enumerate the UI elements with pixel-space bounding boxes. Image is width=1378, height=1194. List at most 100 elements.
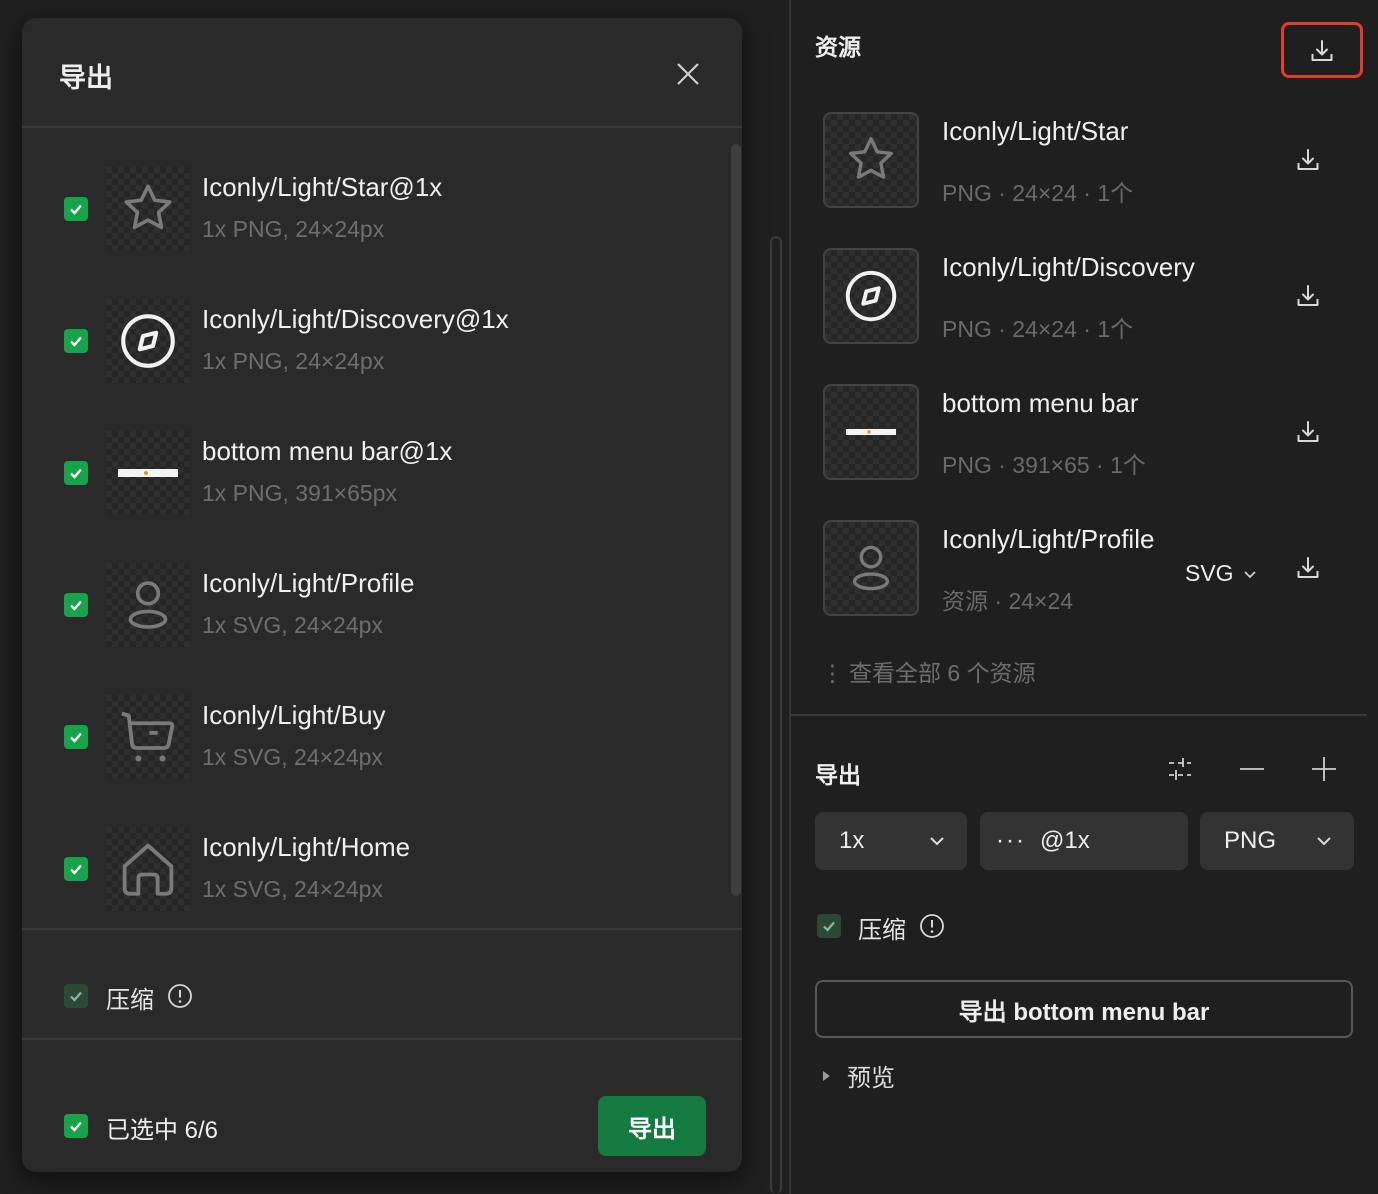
item-checkbox[interactable] [64,593,88,617]
export-button[interactable]: 导出 [598,1096,706,1156]
asset-row[interactable]: Iconly/Light/Discovery PNG · 24×24 · 1个 [791,248,1378,384]
item-thumbnail [106,167,190,251]
asset-name: Iconly/Light/Profile [942,524,1155,554]
plus-icon[interactable] [1309,754,1339,784]
item-name: bottom menu bar@1x [202,436,453,466]
assets-panel: 资源 Iconly/Light/Star PNG · 24×24 · 1个 Ic… [791,0,1378,1194]
item-thumbnail [106,431,190,515]
asset-row[interactable]: Iconly/Light/Star PNG · 24×24 · 1个 [791,112,1378,248]
item-thumbnail [106,695,190,779]
chevron-down-icon [1317,837,1331,846]
format-select-value: SVG [1185,560,1234,586]
item-checkbox[interactable] [64,725,88,749]
download-icon[interactable] [1294,282,1322,310]
caret-right-icon [823,1070,830,1081]
asset-thumbnail [823,112,919,208]
item-checkbox[interactable] [64,461,88,485]
panel-title: 资源 [815,34,861,60]
item-name: Iconly/Light/Buy [202,700,386,730]
compress-checkbox[interactable] [817,914,841,938]
compress-checkbox[interactable] [64,984,88,1008]
cart-icon [121,711,175,762]
preview-toggle[interactable]: 预览 [823,1058,895,1093]
format-select[interactable]: SVG [1185,560,1258,587]
compress-label: 压缩 [106,987,154,1014]
chevron-down-icon [930,837,944,846]
item-meta: 1x SVG, 24×24px [202,744,383,770]
asset-name: bottom menu bar [942,388,1139,418]
dialog-footer: 已选中 6/6 导出 [22,1038,742,1172]
star-icon [124,184,172,230]
dialog-scrollbar[interactable] [731,144,741,896]
close-icon[interactable] [672,58,704,90]
list-item: Iconly/Light/Discovery@1x 1x PNG, 24×24p… [22,262,722,394]
info-icon[interactable] [167,983,193,1009]
item-name: Iconly/Light/Star@1x [202,172,443,202]
format-select[interactable]: PNG [1200,812,1354,870]
item-thumbnail [106,299,190,383]
settings-sliders-icon[interactable] [1165,754,1195,784]
item-thumbnail [106,563,190,647]
export-item-list: Iconly/Light/Star@1x 1x PNG, 24×24px Ico… [22,130,742,926]
section-divider [791,714,1367,716]
dialog-header: 导出 [22,18,742,128]
preview-label: 预览 [847,1065,895,1092]
compress-row: 压缩 [22,928,742,1038]
download-icon [1311,40,1333,61]
profile-icon [852,545,890,591]
item-thumbnail [106,827,190,911]
export-selection-button[interactable]: 导出 bottom menu bar [815,980,1353,1038]
select-all-checkbox[interactable] [64,1114,88,1138]
download-all-button[interactable] [1281,22,1363,78]
asset-meta: PNG · 391×65 · 1个 [942,452,1146,478]
item-checkbox[interactable] [64,329,88,353]
export-section-title: 导出 [815,762,861,788]
item-name: Iconly/Light/Profile [202,568,415,598]
export-dialog: 导出 Iconly/Light/Star@1x 1x PNG, 24×24px [22,18,742,1172]
asset-thumbnail [823,520,919,616]
list-item: Iconly/Light/Star@1x 1x PNG, 24×24px [22,130,722,262]
star-icon [849,137,893,179]
download-icon[interactable] [1294,418,1322,446]
compass-icon [121,314,175,368]
asset-row[interactable]: Iconly/Light/Profile 资源 · 24×24 SVG [791,520,1378,656]
info-icon[interactable] [919,913,945,939]
asset-name: Iconly/Light/Discovery [942,252,1195,282]
format-value: PNG [1224,827,1277,854]
asset-row[interactable]: bottom menu bar PNG · 391×65 · 1个 [791,384,1378,520]
compress-label: 压缩 [858,917,906,944]
asset-thumbnail [823,384,919,480]
profile-icon [128,581,168,629]
compass-icon [845,270,897,322]
download-icon[interactable] [1294,146,1322,174]
view-all-assets-link[interactable]: ⋮ 查看全部 6 个资源 [821,654,1036,688]
asset-meta: PNG · 24×24 · 1个 [942,180,1134,206]
more-dots-icon: ··· [996,827,1026,854]
suffix-input[interactable]: ··· @1x [980,812,1188,870]
item-meta: 1x SVG, 24×24px [202,612,383,638]
gutter-scrollbar[interactable] [770,236,782,1194]
item-checkbox[interactable] [64,197,88,221]
item-meta: 1x PNG, 24×24px [202,216,385,242]
item-meta: 1x PNG, 24×24px [202,348,385,374]
minus-icon[interactable] [1237,754,1267,784]
dialog-title: 导出 [59,63,113,93]
item-meta: 1x SVG, 24×24px [202,876,383,902]
item-meta: 1x PNG, 391×65px [202,480,397,506]
asset-thumbnail [823,248,919,344]
list-item: bottom menu bar@1x 1x PNG, 391×65px [22,394,722,526]
download-icon[interactable] [1294,554,1322,582]
view-all-label: 查看全部 6 个资源 [849,660,1036,686]
scale-value: 1x [839,827,865,854]
menu-bar-thumbnail [846,429,896,435]
home-icon [122,843,174,896]
item-checkbox[interactable] [64,857,88,881]
scale-select[interactable]: 1x [815,812,967,870]
asset-meta: 资源 · 24×24 [942,588,1074,614]
asset-meta: PNG · 24×24 · 1个 [942,316,1134,342]
chevron-down-icon [1243,570,1256,578]
list-item: Iconly/Light/Home 1x SVG, 24×24px [22,790,722,922]
list-item: Iconly/Light/Buy 1x SVG, 24×24px [22,658,722,790]
asset-name: Iconly/Light/Star [942,116,1129,146]
vertical-dots-icon: ⋮ [821,660,844,686]
